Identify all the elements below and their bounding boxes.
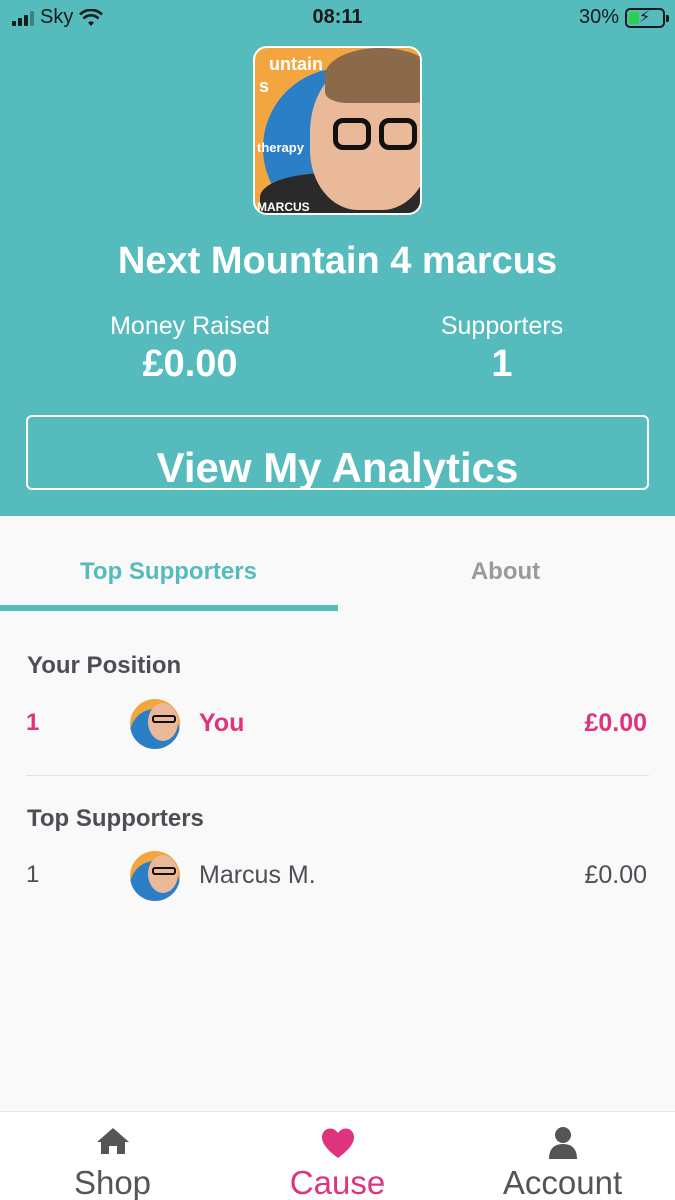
view-analytics-label: View My Analytics (156, 444, 519, 490)
user-icon (450, 1126, 675, 1162)
active-tab-indicator (0, 605, 338, 611)
nav-cause[interactable]: Cause (225, 1112, 450, 1200)
divider (26, 775, 649, 776)
cause-image-text: s (259, 76, 270, 96)
status-right: 30% ⚡ (578, 6, 669, 29)
cause-image-text: MARCUS (257, 200, 310, 214)
rank: 1 (26, 709, 40, 736)
supporter-amount: £0.00 (584, 709, 647, 737)
avatar (130, 851, 180, 901)
cause-image[interactable]: untain s therapy MARCUS (253, 46, 422, 215)
supporters-stat: Supporters 1 (402, 312, 602, 386)
supporter-name: Marcus M. (199, 861, 316, 889)
nav-account-label: Account (502, 1164, 623, 1200)
money-raised-label: Money Raised (110, 312, 270, 340)
battery-fill (629, 11, 639, 24)
cause-header: Sky 08:11 30% ⚡ untain s therapy MARCUS … (0, 0, 675, 516)
table-row[interactable]: 1 Marcus M. £0.00 (0, 851, 675, 901)
battery-percent: 30% (578, 6, 619, 28)
money-raised-value: £0.00 (142, 343, 238, 385)
supporters-value: 1 (491, 343, 513, 385)
tab-about[interactable]: About (337, 516, 674, 612)
tab-top-supporters[interactable]: Top Supporters (0, 516, 337, 612)
your-position-title: Your Position (27, 652, 182, 679)
avatar (130, 699, 180, 749)
view-analytics-button[interactable]: View My Analytics (26, 415, 649, 490)
battery-icon: ⚡ (625, 7, 669, 28)
status-bar: Sky 08:11 30% ⚡ (0, 0, 675, 36)
top-supporters-title: Top Supporters (27, 805, 204, 832)
status-time: 08:11 (312, 6, 363, 28)
your-position-row[interactable]: 1 You £0.00 (0, 699, 675, 749)
nav-cause-label: Cause (289, 1164, 386, 1200)
bottom-nav: Shop Cause Account (0, 1111, 675, 1200)
tab-bar: Top Supporters About (0, 516, 675, 612)
cause-image-text: untain (269, 54, 323, 74)
money-raised-stat: Money Raised £0.00 (90, 312, 290, 386)
supporter-name: You (199, 709, 245, 737)
nav-account[interactable]: Account (450, 1112, 675, 1200)
charging-bolt-icon: ⚡ (639, 8, 651, 26)
cause-image-text: therapy (257, 140, 304, 155)
supporter-amount: £0.00 (584, 861, 647, 889)
cause-title: Next Mountain 4 marcus (117, 240, 558, 282)
nav-shop-label: Shop (73, 1164, 152, 1200)
supporters-label: Supporters (440, 312, 564, 340)
rank: 1 (26, 861, 40, 888)
heart-icon (225, 1126, 450, 1162)
home-icon (0, 1126, 225, 1162)
nav-shop[interactable]: Shop (0, 1112, 225, 1200)
